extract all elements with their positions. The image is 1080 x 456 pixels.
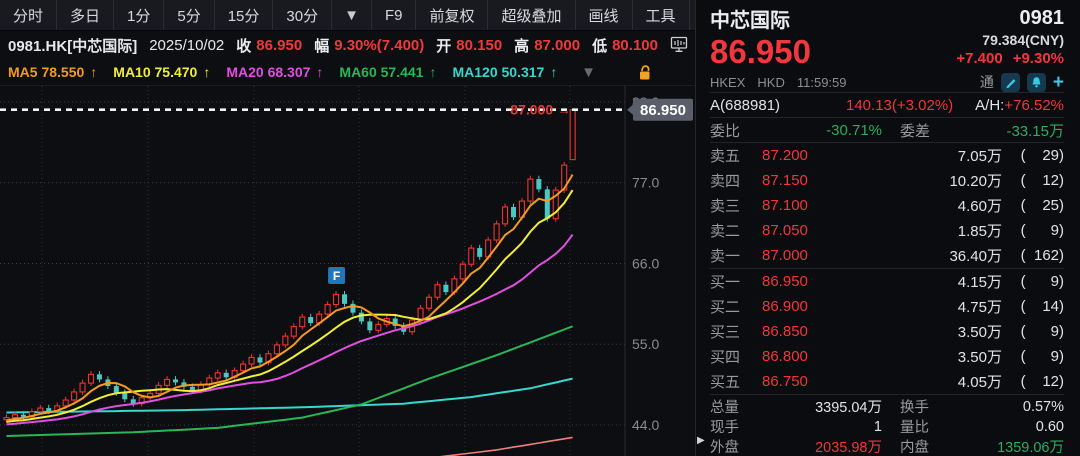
exchange-label: HKEX xyxy=(710,75,745,90)
quote-time: 11:59:59 xyxy=(797,75,847,90)
cny-price: 79.384(CNY) xyxy=(956,32,1064,50)
ask-levels: 卖五87.2007.05万( 29)卖四87.15010.20万( 12)卖三8… xyxy=(710,143,1064,269)
candlestick-chart[interactable]: 88.077.066.055.044.087.000 →86.950F xyxy=(0,86,695,456)
screen-candles-icon[interactable] xyxy=(670,36,688,54)
svg-text:77.0: 77.0 xyxy=(632,175,659,191)
quote-field-2: 幅9.30%(7.400) xyxy=(314,35,424,56)
toolbar-button-1[interactable]: F9 xyxy=(372,0,417,30)
svg-text:66.0: 66.0 xyxy=(632,255,659,271)
stock-code: 0981 xyxy=(1020,7,1065,30)
ah-premium-label: A/H: xyxy=(975,97,1004,114)
price-change-pct: +9.30% xyxy=(1013,50,1064,69)
toolbar-button-4[interactable]: 画线 xyxy=(576,0,633,30)
up-arrow-icon: ↑ xyxy=(550,64,557,80)
quote-date: 2025/10/02 xyxy=(149,37,224,54)
stat-row-2: 现手1量比0.60 xyxy=(710,416,1064,436)
quote-field-4: 高87.000 xyxy=(514,35,580,56)
ask-row-4[interactable]: 卖二87.0501.85万( 9) xyxy=(710,218,1064,243)
weibi-label: 委比 xyxy=(710,120,758,141)
stat-row-3: 外盘2035.98万内盘1359.06万 xyxy=(710,436,1064,456)
ask-row-5[interactable]: 卖一87.00036.40万( 162) xyxy=(710,243,1064,268)
tab-period-6[interactable]: 30分 xyxy=(273,0,332,30)
volume-stats: 总量3395.04万换手0.57%现手1量比0.60外盘2035.98万内盘13… xyxy=(710,395,1064,456)
up-arrow-icon: ↑ xyxy=(316,64,323,80)
ask-row-2[interactable]: 卖四87.15010.20万( 12) xyxy=(710,168,1064,193)
period-toolbar: 分时多日1分5分15分30分▼F9前复权超级叠加画线工具⚙?❯ xyxy=(0,0,695,31)
f-event-marker[interactable]: F xyxy=(328,267,345,284)
bid-row-1[interactable]: 买一86.9504.15万( 9) xyxy=(710,269,1064,294)
weicha-label: 委差 xyxy=(882,120,940,141)
up-arrow-icon: ↑ xyxy=(90,64,97,80)
toolbar-button-3[interactable]: 超级叠加 xyxy=(488,0,575,30)
a-share-code: A(688981) xyxy=(710,97,780,114)
alert-bell-icon[interactable] xyxy=(1027,73,1046,92)
svg-text:44.0: 44.0 xyxy=(632,417,659,433)
chart-pane: 分时多日1分5分15分30分▼F9前复权超级叠加画线工具⚙?❯ 0981.HK[… xyxy=(0,0,695,456)
quote-field-5: 低80.100 xyxy=(592,35,658,56)
tab-period-3[interactable]: 1分 xyxy=(114,0,164,30)
bid-row-3[interactable]: 买三86.8503.50万( 9) xyxy=(710,319,1064,344)
weicha-value: -33.15万 xyxy=(940,120,1064,141)
edit-icon[interactable] xyxy=(1001,73,1020,92)
dropdown-icon[interactable]: ▼ xyxy=(332,0,372,30)
tab-period-1[interactable]: 分时 xyxy=(0,0,57,30)
a-share-change: 140.13(+3.02%) xyxy=(846,97,953,114)
tab-period-4[interactable]: 5分 xyxy=(164,0,214,30)
last-price: 86.950 xyxy=(710,32,811,72)
trading-terminal: 分时多日1分5分15分30分▼F9前复权超级叠加画线工具⚙?❯ 0981.HK[… xyxy=(0,0,1080,456)
ma-legend-ma120: MA120 50.317↑ xyxy=(452,64,557,80)
ma-legend-ma20: MA20 68.307↑ xyxy=(226,64,323,80)
tab-period-5[interactable]: 15分 xyxy=(215,0,274,30)
bid-row-5[interactable]: 买五86.7504.05万( 12) xyxy=(710,369,1064,394)
ma-legend-ma5: MA5 78.550↑ xyxy=(8,64,97,80)
toolbar-button-5[interactable]: 工具 xyxy=(633,0,690,30)
stat-row-1: 总量3395.04万换手0.57% xyxy=(710,396,1064,416)
up-arrow-icon: ↑ xyxy=(203,64,210,80)
quote-field-1: 收86.950 xyxy=(236,35,302,56)
quote-symbol: 0981.HK[中芯国际] xyxy=(8,35,137,56)
hk-connect-badge: 通 xyxy=(980,72,994,92)
ma-legend-ma60: MA60 57.441↑ xyxy=(339,64,436,80)
a-share-row: A(688981) 140.13(+3.02%) A/H:+76.52% xyxy=(710,93,1064,118)
unlock-icon[interactable] xyxy=(638,64,653,81)
high-price-annotation: 87.000 → xyxy=(510,102,571,118)
ask-row-1[interactable]: 卖五87.2007.05万( 29) xyxy=(710,143,1064,168)
weibi-row: 委比 -30.71% 委差 -33.15万 xyxy=(710,118,1064,143)
svg-text:55.0: 55.0 xyxy=(632,336,659,352)
bid-levels: 买一86.9504.15万( 9)买二86.9004.75万( 14)买三86.… xyxy=(710,269,1064,395)
ah-premium-value: +76.52% xyxy=(1004,97,1064,114)
svg-text:F: F xyxy=(333,269,340,283)
bid-row-2[interactable]: 买二86.9004.75万( 14) xyxy=(710,294,1064,319)
svg-text:86.950: 86.950 xyxy=(640,102,686,119)
chart-area[interactable]: 88.077.066.055.044.087.000 →86.950F xyxy=(0,86,695,456)
price-change: +7.400 xyxy=(956,50,1002,69)
weibi-value: -30.71% xyxy=(758,122,882,139)
ask-row-3[interactable]: 卖三87.1004.60万( 25) xyxy=(710,193,1064,218)
order-book-panel: 中芯国际 0981 86.950 79.384(CNY) +7.400 +9.3… xyxy=(695,0,1080,456)
panel-collapse-arrow[interactable]: ▶ xyxy=(697,435,705,446)
ma-legend-bar: MA5 78.550↑ MA10 75.470↑ MA20 68.307↑ MA60 … xyxy=(0,59,695,86)
stock-name: 中芯国际 xyxy=(710,4,790,33)
currency-label: HKD xyxy=(757,75,784,90)
bid-row-4[interactable]: 买四86.8003.50万( 9) xyxy=(710,344,1064,369)
add-watchlist-icon[interactable]: + xyxy=(1053,73,1064,92)
toolbar-button-2[interactable]: 前复权 xyxy=(416,0,488,30)
ma-legend-ma10: MA10 75.470↑ xyxy=(113,64,210,80)
tab-period-2[interactable]: 多日 xyxy=(57,0,114,30)
quote-field-3: 开80.150 xyxy=(436,35,502,56)
collapse-chart-icon[interactable]: ▼ xyxy=(581,64,596,81)
up-arrow-icon: ↑ xyxy=(429,64,436,80)
quote-bar: 0981.HK[中芯国际] 2025/10/02 收86.950 幅9.30%(7.4… xyxy=(0,31,695,59)
